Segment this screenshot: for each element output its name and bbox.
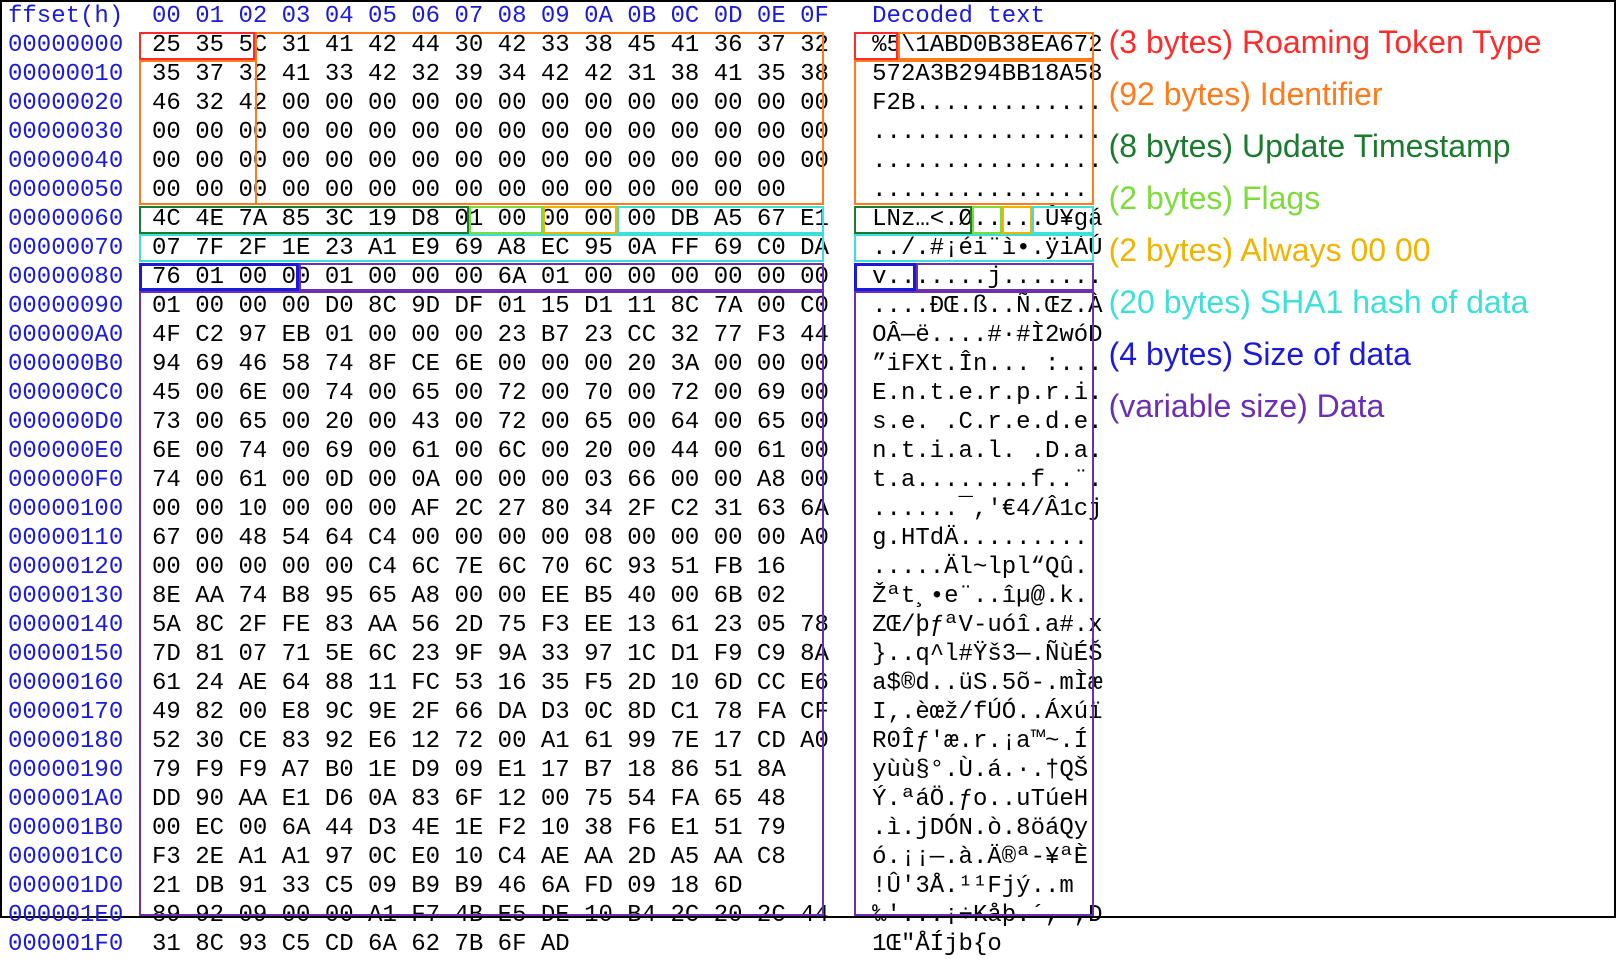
hex-row: 00000060 4C 4E 7A 85 3C 19 D8 01 00 00 0…: [8, 205, 1103, 234]
hex-row: 000001E0 89 92 09 00 00 A1 F7 4B E5 DE 1…: [8, 901, 1103, 930]
hex-row: 00000190 79 F9 F9 A7 B0 1E D9 09 E1 17 B…: [8, 756, 1103, 785]
legend-token-type: (3 bytes) Roaming Token Type: [1109, 16, 1542, 68]
hex-row: 000000B0 94 69 46 58 74 8F CE 6E 00 00 0…: [8, 350, 1103, 379]
hex-row: 00000140 5A 8C 2F FE 83 AA 56 2D 75 F3 E…: [8, 611, 1103, 640]
legend-data: (variable size) Data: [1109, 380, 1542, 432]
hex-row: 00000160 61 24 AE 64 88 11 FC 53 16 35 F…: [8, 669, 1103, 698]
hex-row: 00000080 76 01 00 00 01 00 00 00 6A 01 0…: [8, 263, 1103, 292]
hex-row: 00000030 00 00 00 00 00 00 00 00 00 00 0…: [8, 118, 1103, 147]
legend-always00: (2 bytes) Always 00 00: [1109, 224, 1542, 276]
hex-row: 00000090 01 00 00 00 D0 8C 9D DF 01 15 D…: [8, 292, 1103, 321]
hex-row: 000000E0 6E 00 74 00 69 00 61 00 6C 00 2…: [8, 437, 1103, 466]
hex-row: 00000050 00 00 00 00 00 00 00 00 00 00 0…: [8, 176, 1103, 205]
hex-row: 000001F0 31 8C 93 C5 CD 6A 62 7B 6F AD 1…: [8, 930, 1103, 959]
legend-sizeofdata: (4 bytes) Size of data: [1109, 328, 1542, 380]
hex-row: 00000120 00 00 00 00 00 C4 6C 7E 6C 70 6…: [8, 553, 1103, 582]
hex-row: 00000100 00 00 10 00 00 00 AF 2C 27 80 3…: [8, 495, 1103, 524]
hex-row: 00000070 07 7F 2F 1E 23 A1 E9 69 A8 EC 9…: [8, 234, 1103, 263]
legend-flags: (2 bytes) Flags: [1109, 172, 1542, 224]
legend: (3 bytes) Roaming Token Type (92 bytes) …: [1109, 2, 1552, 916]
hex-row: 00000010 35 37 32 41 33 42 32 39 34 42 4…: [8, 60, 1103, 89]
hex-row: 000000C0 45 00 6E 00 74 00 65 00 72 00 7…: [8, 379, 1103, 408]
hex-row: 00000180 52 30 CE 83 92 E6 12 72 00 A1 6…: [8, 727, 1103, 756]
hex-row: 00000020 46 32 42 00 00 00 00 00 00 00 0…: [8, 89, 1103, 118]
hex-row: 000000D0 73 00 65 00 20 00 43 00 72 00 6…: [8, 408, 1103, 437]
hex-row: 00000040 00 00 00 00 00 00 00 00 00 00 0…: [8, 147, 1103, 176]
hex-row: 00000110 67 00 48 54 64 C4 00 00 00 00 0…: [8, 524, 1103, 553]
hex-viewer: ffset(h) 00 01 02 03 04 05 06 07 08 09 0…: [2, 2, 1109, 916]
hex-rows: 00000000 25 35 5C 31 41 42 44 30 42 33 3…: [8, 31, 1103, 959]
hex-row: 000000A0 4F C2 97 EB 01 00 00 00 23 B7 2…: [8, 321, 1103, 350]
columns-header: ffset(h) 00 01 02 03 04 05 06 07 08 09 0…: [8, 2, 1103, 31]
legend-timestamp: (8 bytes) Update Timestamp: [1109, 120, 1542, 172]
hex-row: 00000150 7D 81 07 71 5E 6C 23 9F 9A 33 9…: [8, 640, 1103, 669]
hex-row: 000001D0 21 DB 91 33 C5 09 B9 B9 46 6A F…: [8, 872, 1103, 901]
hex-row: 000000F0 74 00 61 00 0D 00 0A 00 00 00 0…: [8, 466, 1103, 495]
hex-row: 000001B0 00 EC 00 6A 44 D3 4E 1E F2 10 3…: [8, 814, 1103, 843]
hex-row: 00000130 8E AA 74 B8 95 65 A8 00 00 EE B…: [8, 582, 1103, 611]
legend-sha1: (20 bytes) SHA1 hash of data: [1109, 276, 1542, 328]
hex-row: 00000000 25 35 5C 31 41 42 44 30 42 33 3…: [8, 31, 1103, 60]
hex-row: 000001A0 DD 90 AA E1 D6 0A 83 6F 12 00 7…: [8, 785, 1103, 814]
hex-row: 000001C0 F3 2E A1 A1 97 0C E0 10 C4 AE A…: [8, 843, 1103, 872]
hex-row: 00000170 49 82 00 E8 9C 9E 2F 66 DA D3 0…: [8, 698, 1103, 727]
legend-identifier: (92 bytes) Identifier: [1109, 68, 1542, 120]
